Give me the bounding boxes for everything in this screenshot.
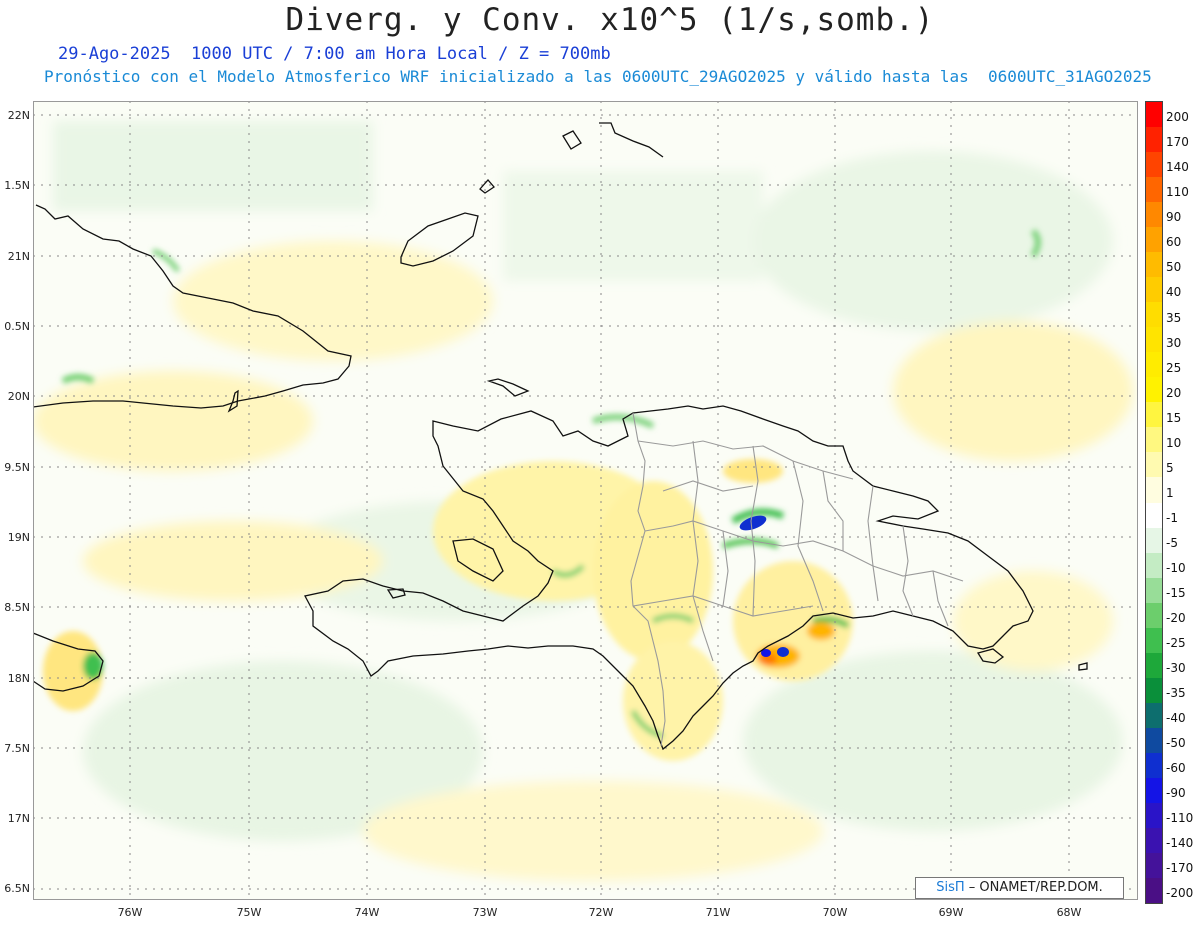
lat-label: 19N (7, 531, 30, 544)
lat-label: 17N (7, 812, 30, 825)
lat-label: 8.5N (4, 601, 30, 614)
lon-label: 72W (588, 906, 614, 919)
colorbar-label: -50 (1166, 736, 1186, 751)
colorbar-label: -90 (1166, 786, 1186, 801)
colorbar-label: -40 (1166, 711, 1186, 726)
colorbar-label: 40 (1166, 285, 1182, 300)
colorbar-label: -200 (1166, 886, 1194, 901)
colorbar-swatch (1146, 102, 1162, 128)
colorbar-swatch (1146, 827, 1162, 853)
colorbar-swatch (1146, 852, 1162, 878)
colorbar-swatch (1146, 527, 1162, 553)
colorbar-label: 25 (1166, 360, 1182, 375)
lat-label: 21N (7, 250, 30, 263)
colorbar-swatch (1146, 452, 1162, 478)
lon-label: 74W (354, 906, 380, 919)
colorbar-swatch (1146, 777, 1162, 803)
colorbar-swatch (1146, 752, 1162, 778)
colorbar-swatch (1146, 377, 1162, 403)
colorbar-swatch (1146, 252, 1162, 278)
colorbar-label: 15 (1166, 410, 1182, 425)
colorbar-label: 90 (1166, 210, 1182, 225)
lon-label: 75W (236, 906, 262, 919)
colorbar-swatch (1146, 702, 1162, 728)
colorbar-label: 50 (1166, 260, 1182, 275)
colorbar-label: -60 (1166, 761, 1186, 776)
colorbar-label: -140 (1166, 836, 1194, 851)
colorbar-label: -110 (1166, 811, 1194, 826)
colorbar-swatch (1146, 202, 1162, 228)
colorbar-swatch (1146, 627, 1162, 653)
lat-label: 6.5N (4, 882, 30, 895)
colorbar-label: 1 (1166, 485, 1174, 500)
colorbar-swatch (1146, 277, 1162, 303)
colorbar-swatch (1146, 477, 1162, 503)
lat-label: 9.5N (4, 461, 30, 474)
lat-label: 1.5N (4, 179, 30, 192)
colorbar-label: 10 (1166, 435, 1182, 450)
colorbar-swatch (1146, 577, 1162, 603)
colorbar-label: -30 (1166, 660, 1186, 675)
colorbar-label: 110 (1166, 185, 1189, 200)
credit-box: SisΠ – ONAMET/REP.DOM. (915, 877, 1124, 899)
colorbar-label: -1 (1166, 510, 1178, 525)
valid-time-subtitle: 29-Ago-2025 1000 UTC / 7:00 am Hora Loca… (58, 44, 611, 64)
colorbar-swatch (1146, 677, 1162, 703)
lat-label: 20N (7, 390, 30, 403)
lon-label: 68W (1056, 906, 1082, 919)
colorbar-label: 200 (1166, 110, 1189, 125)
colorbar-swatch (1146, 427, 1162, 453)
colorbar-swatch (1146, 152, 1162, 178)
colorbar-swatch (1146, 177, 1162, 203)
colorbar (1145, 101, 1163, 904)
colorbar-swatch (1146, 352, 1162, 378)
colorbar-label: 35 (1166, 310, 1182, 325)
model-run-subtitle: Pronóstico con el Modelo Atmosferico WRF… (44, 67, 1152, 86)
divergence-map (33, 101, 1138, 900)
colorbar-swatch (1146, 227, 1162, 253)
colorbar-swatch (1146, 602, 1162, 628)
lon-label: 76W (117, 906, 143, 919)
colorbar-label: 20 (1166, 385, 1182, 400)
credit-brand: SisΠ (936, 880, 965, 895)
lat-label: 0.5N (4, 320, 30, 333)
colorbar-swatch (1146, 502, 1162, 528)
colorbar-swatch (1146, 327, 1162, 353)
colorbar-label: 170 (1166, 135, 1189, 150)
colorbar-label: -5 (1166, 535, 1178, 550)
lat-label: 18N (7, 672, 30, 685)
colorbar-swatch (1146, 552, 1162, 578)
colorbar-label: -15 (1166, 585, 1186, 600)
colorbar-swatch (1146, 402, 1162, 428)
colorbar-swatch (1146, 652, 1162, 678)
lat-label: 22N (7, 109, 30, 122)
colorbar-label: -10 (1166, 560, 1186, 575)
lon-label: 73W (472, 906, 498, 919)
colorbar-label: -170 (1166, 861, 1194, 876)
lon-label: 70W (822, 906, 848, 919)
colorbar-label: -20 (1166, 610, 1186, 625)
colorbar-swatch (1146, 727, 1162, 753)
colorbar-swatch (1146, 877, 1162, 903)
colorbar-label: 5 (1166, 460, 1174, 475)
colorbar-label: 60 (1166, 235, 1182, 250)
chart-title: Diverg. y Conv. x10^5 (1/s,somb.) (285, 2, 935, 38)
colorbar-label: -25 (1166, 635, 1186, 650)
colorbar-swatch (1146, 302, 1162, 328)
lat-label: 7.5N (4, 742, 30, 755)
lon-label: 69W (938, 906, 964, 919)
lon-label: 71W (705, 906, 731, 919)
credit-text: – ONAMET/REP.DOM. (968, 880, 1103, 895)
colorbar-label: 30 (1166, 335, 1182, 350)
colorbar-swatch (1146, 802, 1162, 828)
colorbar-label: 140 (1166, 160, 1189, 175)
colorbar-label: -35 (1166, 685, 1186, 700)
colorbar-swatch (1146, 127, 1162, 153)
